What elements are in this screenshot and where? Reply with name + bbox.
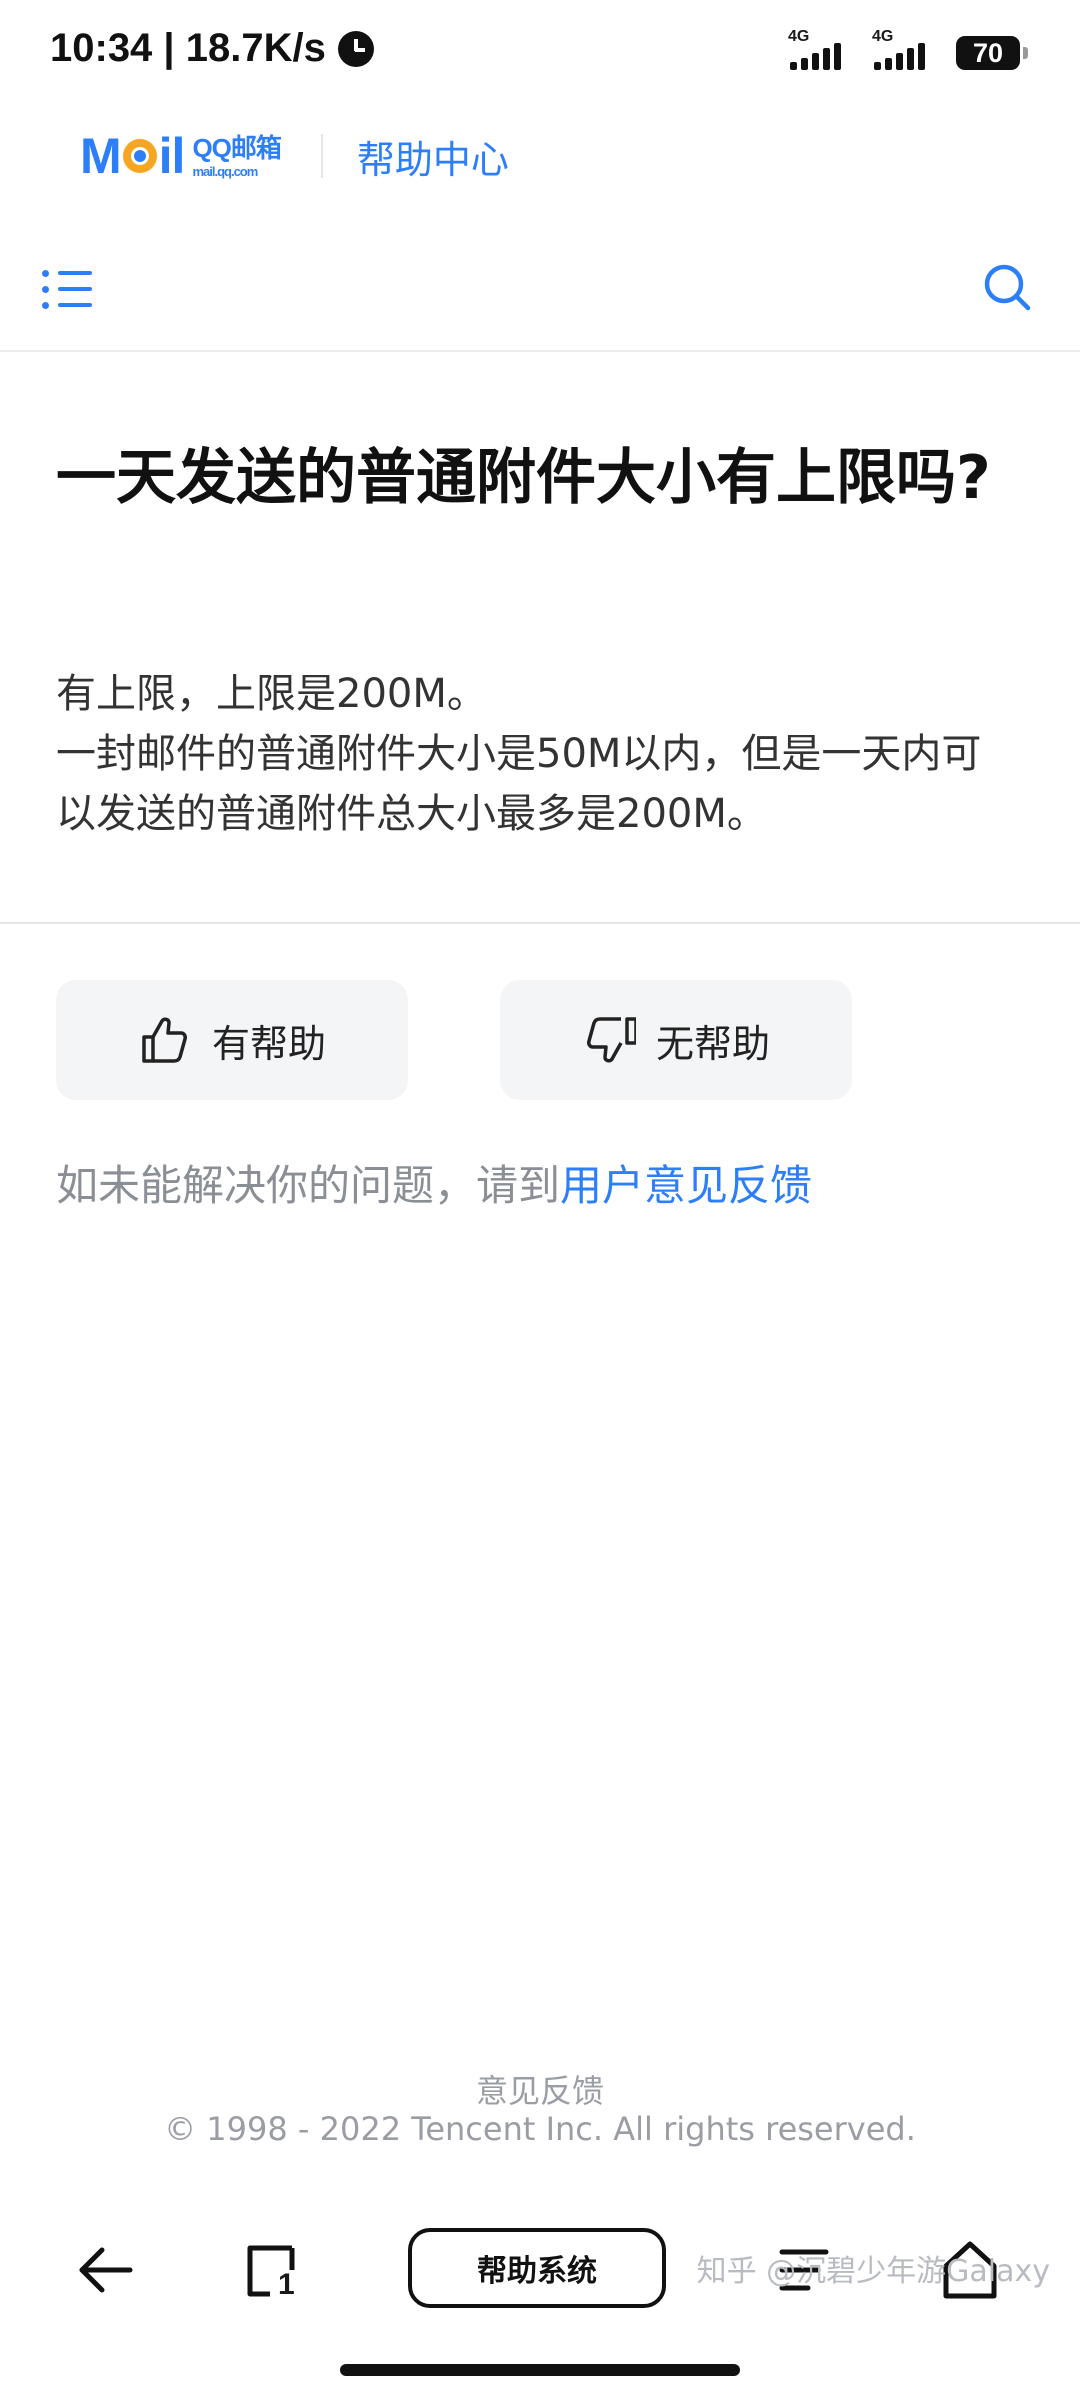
help-system-button[interactable]: 帮助系统: [408, 2228, 666, 2308]
battery-level: 70: [972, 37, 1004, 68]
footer-feedback-link[interactable]: 意见反馈: [0, 2066, 1080, 2112]
section-divider: [0, 922, 1080, 924]
article-title: 一天发送的普通附件大小有上限吗?: [56, 443, 991, 513]
status-indicators: 4G 4G 70: [788, 28, 1028, 70]
logo-letter-m: M: [80, 128, 122, 184]
qq-mail-logo[interactable]: M il QQ邮箱 mail.qq.com: [80, 127, 282, 185]
feedback-prompt-text: 如未能解决你的问题，请到: [56, 1161, 561, 1210]
signal-icon: 4G: [788, 28, 850, 70]
answer-summary: 有上限，上限是200M。: [56, 671, 487, 717]
battery-icon: 70: [956, 36, 1028, 70]
answer-detail: 一封邮件的普通附件大小是50M以内，但是一天内可以发送的普通附件总大小最多是20…: [56, 731, 982, 837]
tabs-count: 1: [278, 2268, 295, 2301]
helpful-label: 有帮助: [211, 1021, 326, 1066]
brand-header: M il QQ邮箱 mail.qq.com 帮助中心: [80, 126, 509, 186]
thumbs-up-icon: [142, 1017, 187, 1063]
feedback-prompt: 如未能解决你的问题，请到用户意见反馈: [56, 1152, 812, 1213]
signal-icon: 4G: [872, 28, 934, 70]
search-icon[interactable]: [978, 258, 1038, 318]
home-indicator[interactable]: [340, 2364, 740, 2376]
article-body: 有上限，上限是200M。 一封邮件的普通附件大小是50M以内，但是一天内可以发送…: [56, 664, 1016, 844]
copyright-text: © 1998 - 2022 Tencent Inc. All rights re…: [164, 2110, 916, 2148]
logo-o-icon: [122, 139, 157, 173]
logo-subtext: QQ邮箱 mail.qq.com: [192, 132, 281, 179]
back-arrow-icon[interactable]: [74, 2238, 138, 2302]
nav-bar: [0, 232, 1080, 352]
brand-divider: [320, 134, 323, 178]
menu-list-icon[interactable]: [42, 262, 98, 318]
tabs-button[interactable]: 1: [240, 2238, 304, 2302]
status-time-text: 10:34 | 18.7K/s: [50, 26, 326, 70]
helpful-button[interactable]: 有帮助: [56, 980, 408, 1100]
not-helpful-button[interactable]: 无帮助: [500, 980, 852, 1100]
help-center-title[interactable]: 帮助中心: [357, 129, 509, 184]
user-feedback-link[interactable]: 用户意见反馈: [560, 1161, 812, 1210]
logo-qq-text: QQ邮箱: [192, 132, 281, 163]
status-time-speed: 10:34 | 18.7K/s: [50, 26, 374, 71]
alarm-icon: [337, 30, 374, 67]
not-helpful-label: 无帮助: [655, 1021, 770, 1066]
thumbs-down-icon: [586, 1017, 636, 1063]
logo-letters-il: il: [158, 128, 186, 184]
watermark-text: 知乎 @沉碧少年游Galaxy: [696, 2254, 1050, 2289]
logo-url-text: mail.qq.com: [192, 163, 258, 179]
status-bar: 10:34 | 18.7K/s 4G 4G 70: [0, 0, 1080, 100]
